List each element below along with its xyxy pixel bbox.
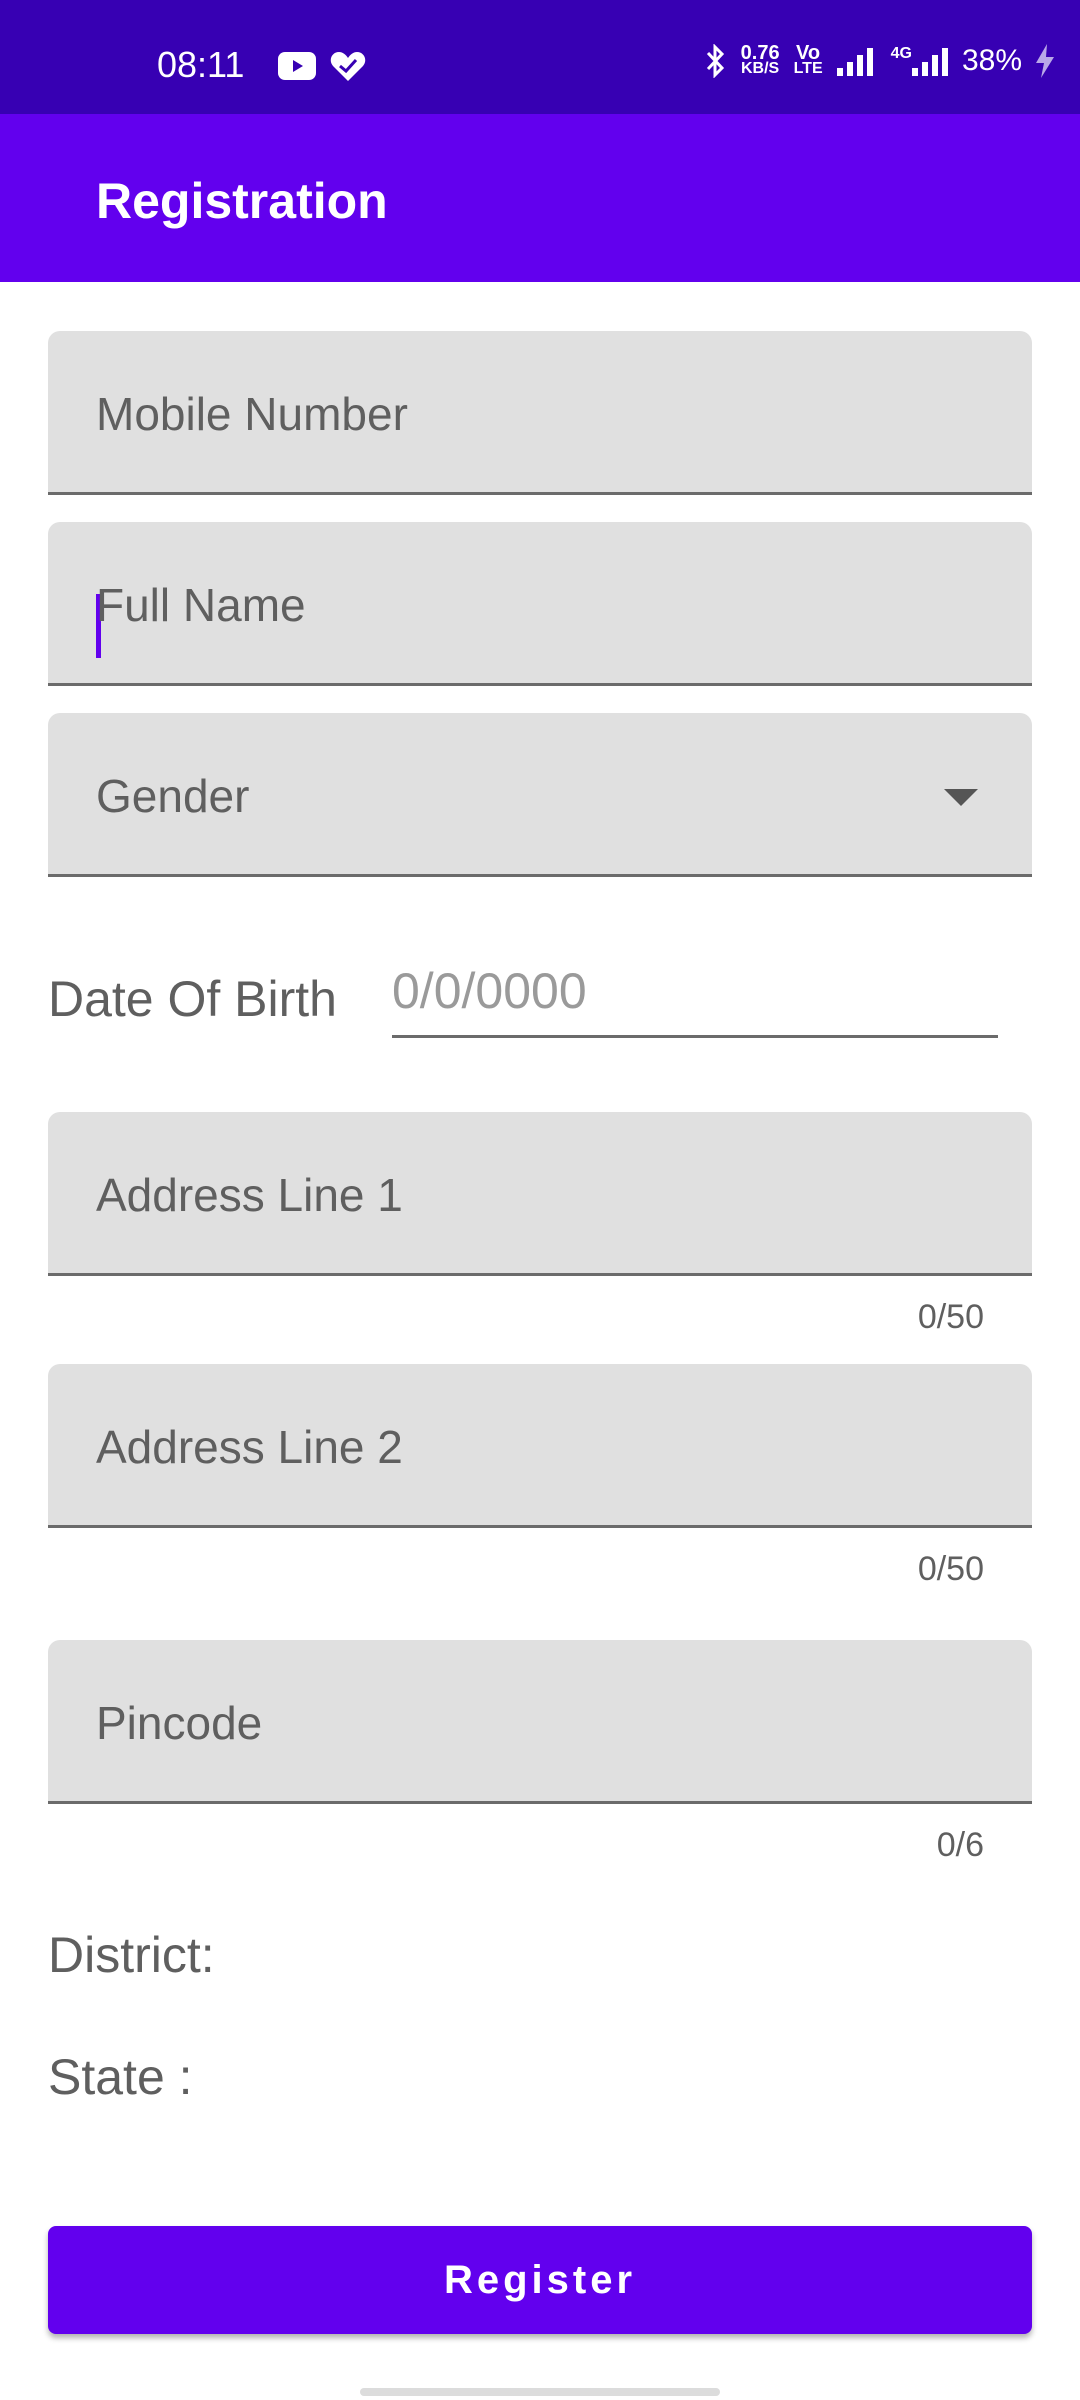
address-line-2-label: Address Line 2 (96, 1421, 403, 1473)
mobile-number-field[interactable]: Mobile Number (48, 331, 1032, 495)
gender-dropdown[interactable]: Gender (48, 713, 1032, 877)
battery-percent: 38% (961, 44, 1022, 77)
network-type: 4G (890, 45, 912, 62)
status-bar: 08:11 0.76 KB/S Vo LTE 4G 38% (0, 0, 1080, 114)
volte-lte: LTE (793, 60, 823, 77)
mobile-number-label: Mobile Number (96, 388, 408, 440)
data-speed: 0.76 KB/S (740, 42, 780, 77)
charging-icon (1036, 44, 1054, 78)
dob-input[interactable]: 0/0/0000 (392, 962, 998, 1038)
state-label: State : (48, 2049, 193, 2105)
status-system-icons: 0.76 KB/S Vo LTE 4G 38% (705, 42, 1054, 78)
address-line-1-label: Address Line 1 (96, 1169, 403, 1221)
gender-label: Gender (96, 770, 250, 822)
address-line-2-field[interactable]: Address Line 2 (48, 1364, 1032, 1528)
signal-4g-icon: 4G (891, 46, 948, 76)
bluetooth-icon (706, 44, 724, 78)
volte-vo: Vo (796, 42, 821, 64)
status-notification-icons (278, 50, 366, 82)
address-line-2-counter: 0/50 (917, 1550, 984, 1588)
volte-indicator: Vo LTE (793, 42, 823, 77)
page-title: Registration (96, 173, 388, 229)
data-speed-unit: KB/S (740, 60, 780, 77)
pincode-counter: 0/6 (936, 1826, 984, 1864)
heart-icon (330, 52, 366, 81)
youtube-icon (278, 52, 316, 80)
status-time: 08:11 (157, 44, 245, 85)
full-name-label: Full Name (96, 579, 306, 631)
dob-label: Date Of Birth (48, 971, 337, 1027)
address-line-1-field[interactable]: Address Line 1 (48, 1112, 1032, 1276)
signal-icon (836, 48, 873, 76)
full-name-field[interactable]: Full Name (48, 522, 1032, 686)
data-speed-value: 0.76 (740, 42, 780, 64)
pincode-field[interactable]: Pincode (48, 1640, 1032, 1804)
register-button[interactable]: Register (48, 2226, 1032, 2334)
pincode-label: Pincode (96, 1697, 263, 1749)
address-line-1-counter: 0/50 (917, 1298, 984, 1336)
navigation-handle[interactable] (360, 2388, 720, 2396)
app-bar: Registration (0, 114, 1080, 282)
district-label: District: (48, 1927, 215, 1983)
dropdown-arrow-icon (944, 789, 978, 806)
